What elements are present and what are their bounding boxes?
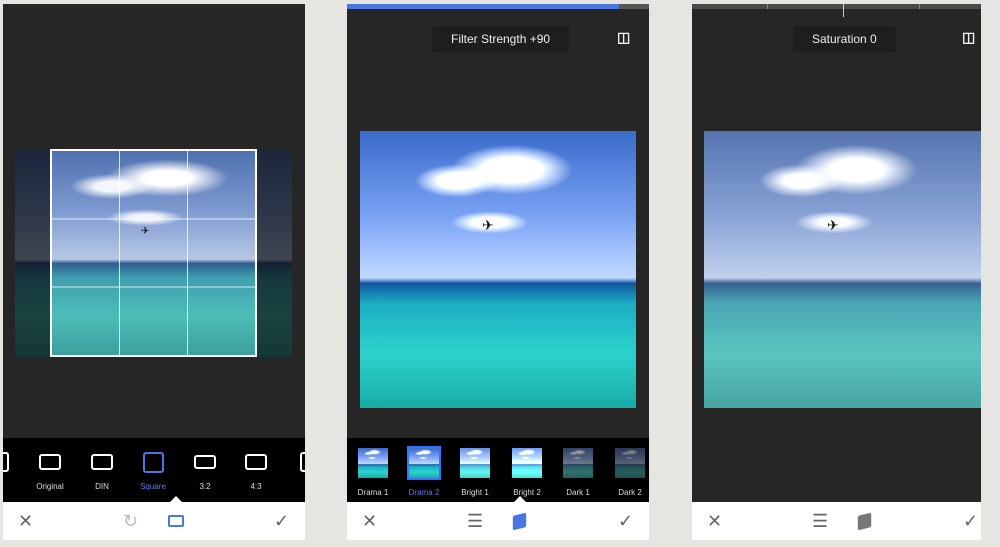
image-icon	[39, 454, 61, 470]
crop-box[interactable]	[50, 149, 257, 357]
filter-dark-1[interactable]: Dark 1	[556, 448, 600, 497]
crop-panel: ✈ e Original DIN Square 3:2 4:3 ✕ ↻ ✓	[3, 4, 305, 540]
sliders-icon[interactable]: ☰	[812, 512, 828, 530]
filter-strength-fill	[347, 4, 619, 9]
filter-bright-2[interactable]: Bright 2	[505, 448, 549, 497]
filter-drama-2[interactable]: Drama 2	[402, 446, 446, 497]
bottom-toolbar: ✕ ☰ ✓	[692, 502, 981, 540]
bottom-toolbar: ✕ ☰ ✓	[347, 496, 649, 540]
filter-dark-2[interactable]: Dark 2	[608, 448, 649, 497]
aspect-option-din[interactable]: DIN	[82, 452, 122, 491]
close-icon[interactable]: ✕	[362, 512, 377, 530]
aspect-option-free[interactable]: e	[3, 452, 21, 491]
check-icon[interactable]: ✓	[963, 512, 978, 530]
bottom-toolbar: ✕ ↻ ✓	[3, 496, 305, 540]
filter-panel: Filter Strength +90 ◫ ✈ Drama 1 Drama 2 …	[347, 4, 649, 540]
filter-drama-1[interactable]: Drama 1	[351, 448, 395, 497]
aspect-option-4-3[interactable]: 4:3	[236, 452, 276, 491]
filter-bright-1[interactable]: Bright 1	[453, 448, 497, 497]
close-icon[interactable]: ✕	[707, 512, 722, 530]
filter-strength-label: Filter Strength +90	[432, 26, 570, 52]
plane-icon: ✈	[482, 217, 494, 233]
adjusted-photo	[704, 131, 981, 408]
saturation-scale[interactable]	[692, 4, 981, 9]
aspect-option-original[interactable]: Original	[30, 452, 70, 491]
check-icon[interactable]: ✓	[618, 512, 633, 530]
saturation-indicator[interactable]	[843, 4, 844, 17]
aspect-ratio-icon[interactable]	[168, 515, 184, 527]
compare-icon[interactable]: ◫	[962, 29, 975, 46]
tool-area	[692, 438, 981, 502]
close-icon[interactable]: ✕	[18, 512, 33, 530]
plane-icon: ✈	[827, 217, 839, 233]
rotate-icon[interactable]: ↻	[123, 512, 138, 530]
check-icon[interactable]: ✓	[274, 512, 289, 530]
aspect-ratio-strip[interactable]: e Original DIN Square 3:2 4:3	[3, 438, 305, 502]
plane-icon: ✈	[141, 226, 150, 237]
aspect-option-square[interactable]: Square	[133, 452, 173, 491]
styles-icon[interactable]	[857, 512, 872, 531]
styles-icon[interactable]	[512, 512, 527, 531]
aspect-option-more[interactable]	[288, 452, 305, 472]
filter-strip[interactable]: Drama 1 Drama 2 Bright 1 Bright 2 Dark 1…	[347, 438, 649, 502]
compare-icon[interactable]: ◫	[617, 29, 630, 46]
saturation-label: Saturation 0	[793, 26, 896, 52]
saturation-panel: Saturation 0 ◫ ✈ ✕ ☰ ✓	[692, 4, 981, 540]
aspect-option-3-2[interactable]: 3:2	[185, 452, 225, 491]
filtered-photo	[360, 131, 636, 408]
sliders-icon[interactable]: ☰	[467, 512, 483, 530]
filter-strength-bar[interactable]	[347, 4, 649, 9]
